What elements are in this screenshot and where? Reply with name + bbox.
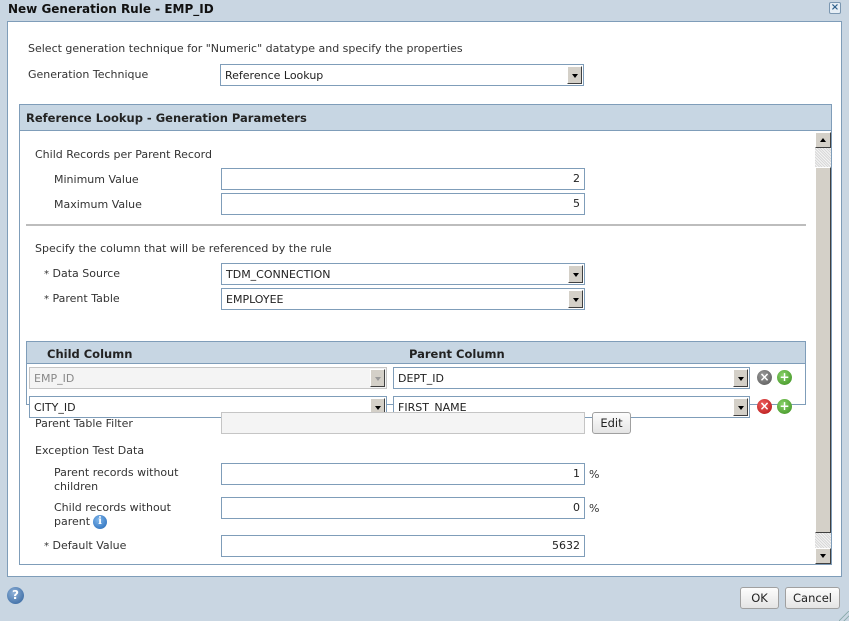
- default-value-label-text: Default Value: [52, 539, 127, 552]
- chevron-down-icon[interactable]: [568, 265, 583, 283]
- dialog-title: New Generation Rule - EMP_ID: [8, 2, 214, 16]
- cancel-button[interactable]: Cancel: [785, 587, 840, 609]
- child-column-value: EMP_ID: [34, 372, 75, 385]
- resize-grip[interactable]: [839, 611, 849, 621]
- add-row-icon[interactable]: +: [777, 370, 792, 385]
- parent-table-label-text: Parent Table: [52, 292, 120, 305]
- panel-scrollbar[interactable]: [815, 132, 831, 564]
- required-marker: *: [44, 294, 49, 305]
- parent-table-filter-label: Parent Table Filter: [35, 417, 133, 430]
- data-source-value: TDM_CONNECTION: [226, 268, 331, 281]
- label-line-1: Parent records without: [54, 466, 179, 479]
- scroll-up-icon[interactable]: [815, 132, 831, 148]
- dialog-titlebar[interactable]: New Generation Rule - EMP_ID ×: [0, 0, 849, 20]
- close-icon[interactable]: ×: [829, 2, 841, 14]
- dialog-content: Select generation technique for "Numeric…: [7, 21, 842, 577]
- data-source-label-text: Data Source: [52, 267, 121, 280]
- maximum-value-input[interactable]: 5: [221, 193, 585, 215]
- percent-unit: %: [589, 502, 600, 515]
- label-line-2-wrap: parent i: [54, 515, 171, 529]
- minimum-value-label: Minimum Value: [54, 173, 139, 186]
- grid-header: Child Column Parent Column: [27, 342, 805, 364]
- chevron-down-icon[interactable]: [733, 369, 748, 387]
- child-column-value: CITY_ID: [34, 401, 76, 414]
- column-mapping-grid: Child Column Parent Column EMP_ID DEPT_I…: [26, 341, 806, 418]
- data-source-label: * Data Source: [44, 267, 120, 280]
- parent-table-label: * Parent Table: [44, 292, 120, 305]
- exception-test-data-heading: Exception Test Data: [35, 444, 145, 457]
- parent-table-select[interactable]: EMPLOYEE: [221, 288, 585, 310]
- parent-table-filter-input: [221, 412, 585, 434]
- chevron-down-icon[interactable]: [733, 398, 748, 416]
- info-icon[interactable]: i: [93, 515, 108, 529]
- remove-row-icon[interactable]: ×: [757, 399, 772, 414]
- panel-title: Reference Lookup - Generation Parameters: [20, 105, 831, 131]
- remove-row-icon: ×: [757, 370, 772, 385]
- ok-button[interactable]: OK: [740, 587, 779, 609]
- chevron-down-icon[interactable]: [568, 290, 583, 308]
- parent-column-select-row-1[interactable]: DEPT_ID: [393, 367, 750, 389]
- required-marker: *: [44, 541, 49, 552]
- maximum-value-label: Maximum Value: [54, 198, 142, 211]
- parent-records-without-children-label: Parent records without children: [54, 466, 178, 494]
- label-line-2: children: [54, 480, 99, 493]
- label-line-1: Child records without: [54, 501, 171, 514]
- child-records-without-parent-input[interactable]: 0: [221, 497, 585, 519]
- percent-unit: %: [589, 468, 600, 481]
- parent-column-header: Parent Column: [409, 347, 505, 361]
- reference-heading: Specify the column that will be referenc…: [35, 242, 332, 255]
- required-marker: *: [44, 269, 49, 280]
- section-divider: [26, 224, 806, 226]
- child-column-select-row-1: EMP_ID: [29, 367, 387, 389]
- generation-technique-value: Reference Lookup: [225, 69, 324, 82]
- minimum-value-input[interactable]: 2: [221, 168, 585, 190]
- intro-text: Select generation technique for "Numeric…: [28, 42, 463, 55]
- generation-parameters-panel: Reference Lookup - Generation Parameters…: [19, 104, 832, 565]
- parent-records-without-children-input[interactable]: 1: [221, 463, 585, 485]
- data-source-select[interactable]: TDM_CONNECTION: [221, 263, 585, 285]
- scroll-thumb[interactable]: [815, 167, 831, 533]
- default-value-label: * Default Value: [44, 539, 126, 552]
- label-line-2: parent: [54, 515, 91, 528]
- add-row-icon[interactable]: +: [777, 399, 792, 414]
- child-column-header: Child Column: [47, 347, 133, 361]
- edit-filter-button[interactable]: Edit: [592, 412, 631, 434]
- parent-table-value: EMPLOYEE: [226, 293, 284, 306]
- chevron-down-icon[interactable]: [567, 66, 582, 84]
- child-records-heading: Child Records per Parent Record: [35, 148, 212, 161]
- generation-technique-label: Generation Technique: [28, 68, 149, 81]
- parent-column-value: DEPT_ID: [398, 372, 444, 385]
- generation-technique-select[interactable]: Reference Lookup: [220, 64, 584, 86]
- chevron-down-icon: [370, 369, 385, 387]
- help-icon[interactable]: ?: [7, 587, 24, 604]
- child-records-without-parent-label: Child records without parent i: [54, 501, 171, 529]
- default-value-input[interactable]: 5632: [221, 535, 585, 557]
- scroll-down-icon[interactable]: [815, 548, 831, 564]
